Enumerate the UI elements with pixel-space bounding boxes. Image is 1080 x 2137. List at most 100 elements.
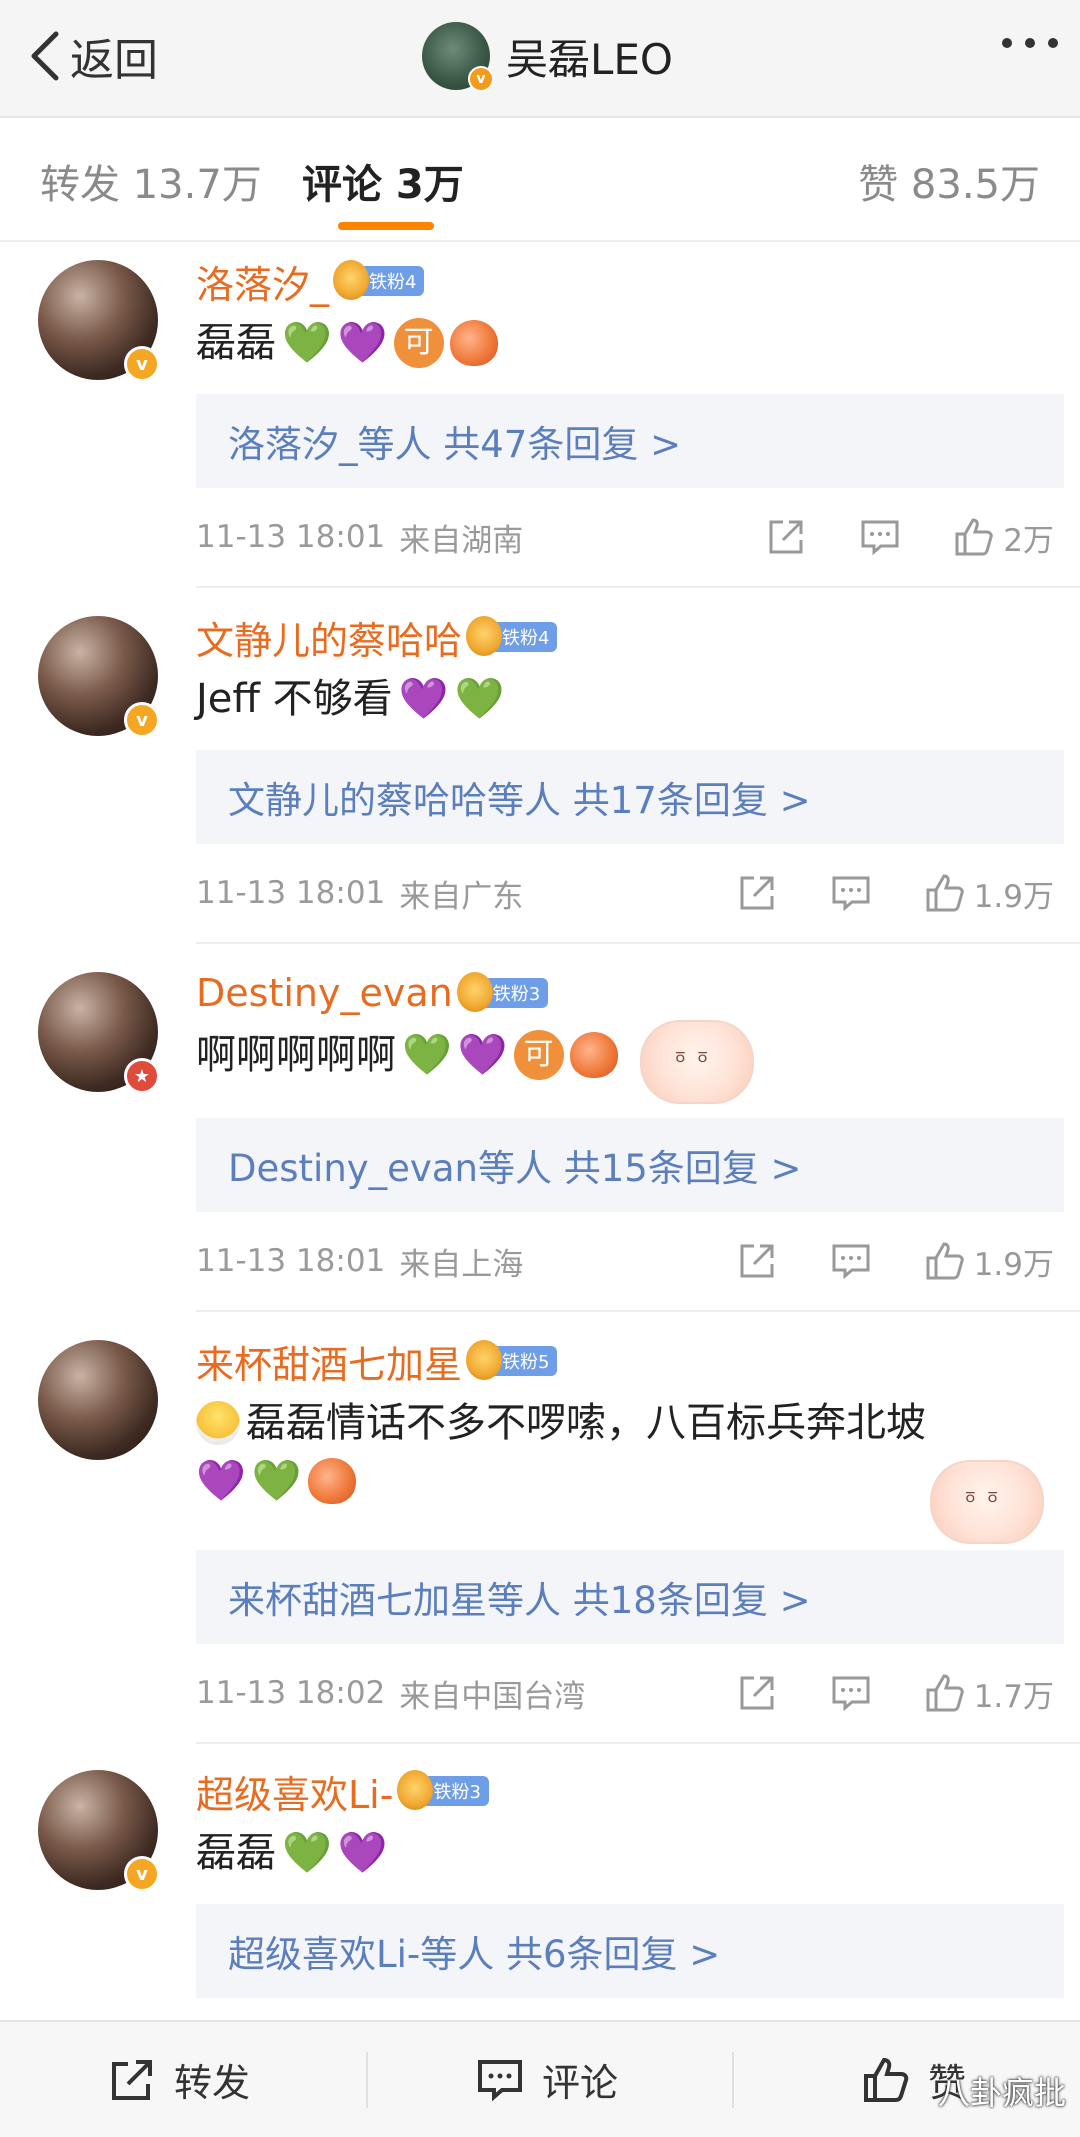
comment-time: 11-13 18:01 bbox=[196, 875, 386, 911]
back-label: 返回 bbox=[70, 35, 158, 86]
comment-location: 来自中国台湾 bbox=[399, 1678, 586, 1715]
tab-likes[interactable]: 赞 83.5万 bbox=[858, 152, 1040, 210]
comment-location: 来自广东 bbox=[399, 878, 524, 915]
comment-text: 磊磊 💚 💜 bbox=[196, 1824, 1036, 1882]
purple-heart-icon: 💜 bbox=[398, 676, 449, 722]
reply-summary-text: Destiny_evan等人 共15条回复 > bbox=[228, 1147, 802, 1190]
green-heart-icon: 💚 bbox=[282, 320, 332, 366]
reply-summary-button[interactable]: 洛落汐_等人 共47条回复 > bbox=[196, 394, 1064, 488]
fan-badge: 铁粉4 bbox=[332, 260, 425, 300]
purple-heart-icon: 💜 bbox=[337, 1830, 388, 1876]
share-icon[interactable] bbox=[765, 516, 807, 558]
repost-label: 转发 bbox=[174, 2061, 251, 2105]
comment-username[interactable]: 洛落汐_ 铁粉4 bbox=[196, 254, 425, 308]
comment-icon[interactable] bbox=[859, 516, 901, 558]
share-icon[interactable] bbox=[736, 872, 778, 914]
comment-username[interactable]: 来杯甜酒七加星 铁粉5 bbox=[196, 1334, 558, 1388]
divider bbox=[196, 1310, 1080, 1312]
chick-emoji-icon bbox=[196, 1401, 240, 1445]
reply-summary-text: 文静儿的蔡哈哈等人 共17条回复 > bbox=[228, 779, 811, 822]
reply-summary-button[interactable]: 来杯甜酒七加星等人 共18条回复 > bbox=[196, 1550, 1064, 1644]
username-text: 来杯甜酒七加星 bbox=[196, 1342, 463, 1387]
comment-location: 来自湖南 bbox=[399, 522, 524, 559]
purple-heart-icon: 💜 bbox=[457, 1032, 508, 1078]
comment-icon bbox=[478, 2059, 522, 2101]
comment-icon[interactable] bbox=[830, 1240, 872, 1282]
fan-badge: 铁粉4 bbox=[465, 616, 558, 656]
bottom-action-bar: 转发 评论 赞 bbox=[0, 2020, 1080, 2137]
dot-icon bbox=[1048, 38, 1058, 48]
comment-body: 啊啊啊啊啊 bbox=[196, 1032, 396, 1078]
like-count: 1.7万 bbox=[973, 1678, 1054, 1715]
thumbs-up-icon[interactable] bbox=[924, 872, 966, 914]
purple-heart-icon: 💜 bbox=[196, 1458, 246, 1504]
comment-label: 评论 bbox=[542, 2061, 619, 2105]
comment-actions: 2万 bbox=[765, 512, 1054, 562]
chevron-left-icon bbox=[31, 31, 59, 81]
reply-summary-button[interactable]: Destiny_evan等人 共15条回复 > bbox=[196, 1118, 1064, 1212]
separator bbox=[366, 2052, 368, 2108]
share-icon[interactable] bbox=[736, 1240, 778, 1282]
comment-icon[interactable] bbox=[830, 872, 872, 914]
comment-body: Jeff 不够看 bbox=[196, 676, 393, 722]
fan-badge: 铁粉3 bbox=[456, 972, 549, 1012]
thumbs-up-icon[interactable] bbox=[953, 516, 995, 558]
comment-button[interactable]: 评论 bbox=[476, 2022, 618, 2137]
ke-emoji-icon: 可 bbox=[513, 1030, 564, 1080]
tab-repost[interactable]: 转发 13.7万 bbox=[40, 152, 262, 210]
comment-meta: 11-13 18:02 来自中国台湾 bbox=[196, 1668, 585, 1718]
thumbs-up-icon[interactable] bbox=[924, 1672, 966, 1714]
username-text: 超级喜欢Li- bbox=[196, 1772, 394, 1817]
ke-emoji-icon: 可 bbox=[393, 318, 444, 368]
comment-username[interactable]: 文静儿的蔡哈哈 铁粉4 bbox=[196, 610, 558, 664]
dot-icon bbox=[1025, 38, 1035, 48]
peach-icon bbox=[569, 1032, 618, 1078]
verified-badge-icon: v bbox=[124, 1856, 160, 1892]
comment-time: 11-13 18:01 bbox=[196, 519, 386, 555]
green-heart-icon: 💚 bbox=[282, 1830, 332, 1876]
tab-bar: 转发 13.7万 评论 3万 赞 83.5万 bbox=[0, 118, 1080, 242]
comment-body: 磊磊 bbox=[196, 1830, 276, 1876]
comment-time: 11-13 18:02 bbox=[196, 1675, 386, 1711]
reply-summary-button[interactable]: 文静儿的蔡哈哈等人 共17条回复 > bbox=[196, 750, 1064, 844]
reply-summary-button[interactable]: 超级喜欢Li-等人 共6条回复 > bbox=[196, 1904, 1064, 1998]
comment-actions: 1.7万 bbox=[736, 1668, 1054, 1718]
share-icon[interactable] bbox=[736, 1672, 778, 1714]
comment-text: 啊啊啊啊啊 💚 💜 可 bbox=[196, 1026, 1036, 1084]
star-badge-icon: ★ bbox=[124, 1058, 160, 1094]
avatar[interactable]: v bbox=[38, 616, 160, 738]
back-button[interactable]: 返回 bbox=[26, 26, 158, 86]
comment-username[interactable]: Destiny_evan 铁粉3 bbox=[196, 966, 549, 1020]
comment-username[interactable]: 超级喜欢Li- 铁粉3 bbox=[196, 1764, 489, 1818]
green-heart-icon: 💚 bbox=[454, 676, 505, 722]
repost-button[interactable]: 转发 bbox=[108, 2022, 250, 2137]
comment-meta: 11-13 18:01 来自广东 bbox=[196, 868, 523, 918]
green-heart-icon: 💚 bbox=[402, 1032, 452, 1078]
comment-text: Jeff 不够看 💜 💚 bbox=[196, 670, 1036, 728]
watermark: 八卦疯批 bbox=[937, 2074, 1066, 2112]
avatar[interactable]: v bbox=[38, 260, 160, 382]
comment-time: 11-13 18:01 bbox=[196, 1243, 386, 1279]
profile-title[interactable]: v 吴磊LEO bbox=[422, 20, 673, 92]
tab-comments[interactable]: 评论 3万 bbox=[302, 152, 464, 210]
divider bbox=[196, 586, 1080, 588]
more-options-button[interactable] bbox=[1002, 38, 1058, 48]
comment-location: 来自上海 bbox=[399, 1246, 524, 1283]
reply-summary-text: 洛落汐_等人 共47条回复 > bbox=[228, 423, 682, 466]
avatar[interactable]: v bbox=[38, 1770, 160, 1892]
like-count: 1.9万 bbox=[973, 878, 1054, 915]
like-count: 2万 bbox=[1003, 522, 1054, 559]
avatar[interactable]: ★ bbox=[38, 972, 160, 1094]
top-nav-bar: 返回 v 吴磊LEO bbox=[0, 0, 1080, 118]
reply-summary-text: 超级喜欢Li-等人 共6条回复 > bbox=[228, 1933, 721, 1976]
avatar[interactable] bbox=[38, 1340, 158, 1460]
avatar: v bbox=[422, 22, 494, 92]
separator bbox=[732, 2052, 734, 2108]
divider bbox=[196, 1742, 1080, 1744]
like-count: 1.9万 bbox=[973, 1246, 1054, 1283]
username-text: 洛落汐_ bbox=[196, 262, 330, 307]
comment-meta: 11-13 18:01 来自湖南 bbox=[196, 512, 523, 562]
active-tab-indicator bbox=[338, 222, 434, 230]
comment-icon[interactable] bbox=[830, 1672, 872, 1714]
thumbs-up-icon[interactable] bbox=[924, 1240, 966, 1282]
